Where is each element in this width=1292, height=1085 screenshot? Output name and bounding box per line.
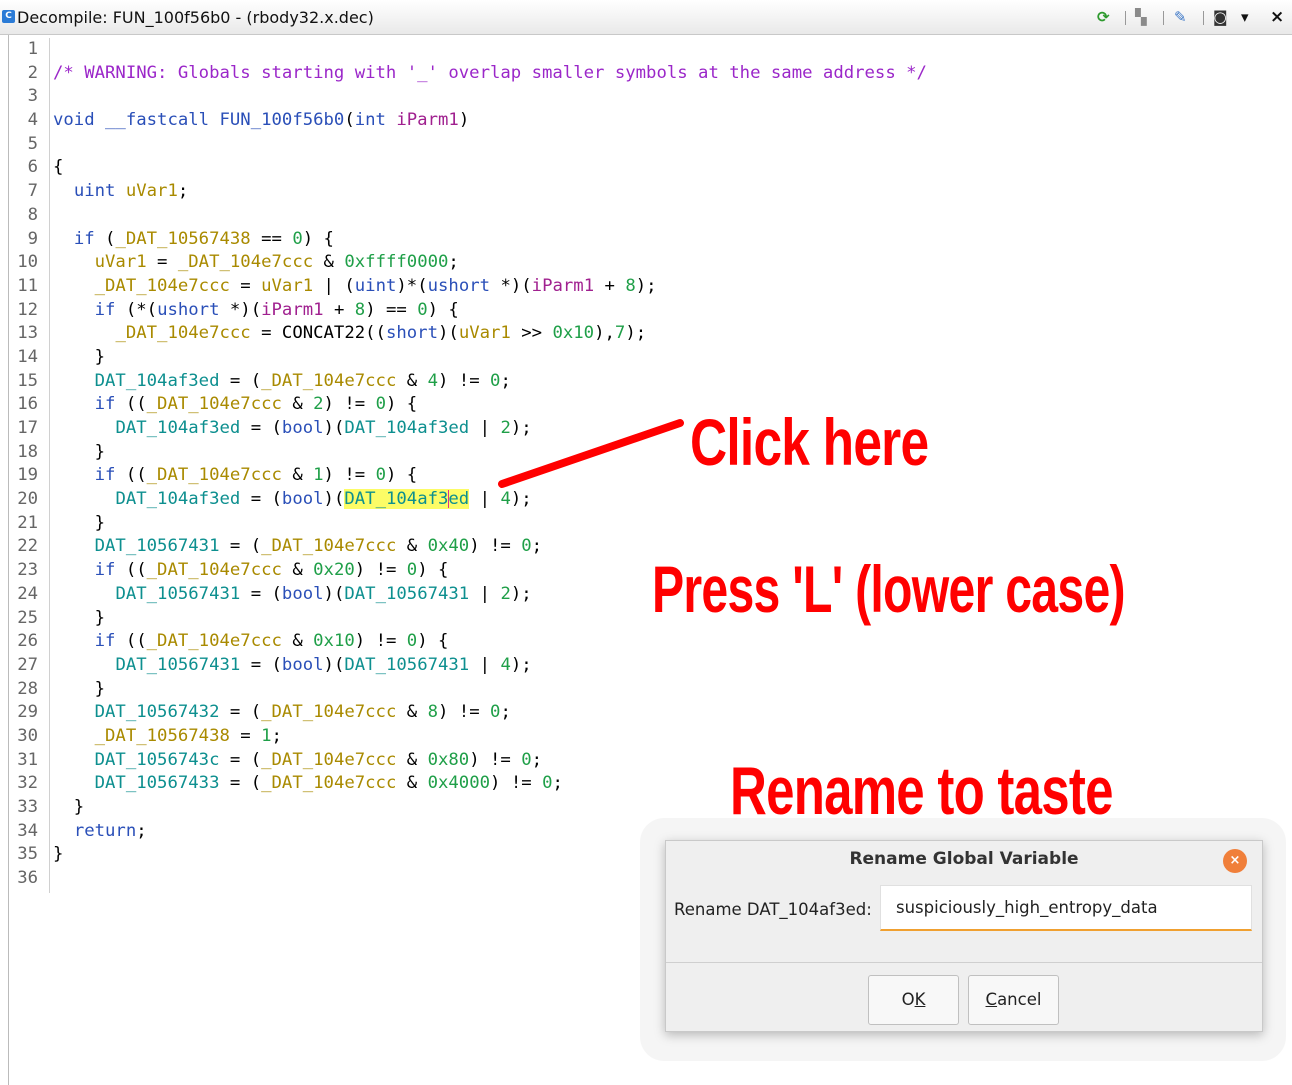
dialog-title: Rename Global Variable (849, 849, 1079, 869)
new-name-input[interactable] (880, 885, 1252, 931)
annotation-press-l: Press 'L' (lower case) (652, 552, 1126, 626)
dialog-divider (666, 962, 1262, 963)
cancel-label-rest: ancel (997, 990, 1042, 1009)
close-icon[interactable]: × (1223, 849, 1247, 873)
rename-global-variable-dialog: Rename Global Variable × Rename DAT_104a… (665, 840, 1263, 1032)
ok-mnemonic: K (914, 990, 926, 1009)
cancel-mnemonic: C (985, 990, 998, 1009)
annotation-click-here: Click here (690, 405, 929, 479)
ok-label-prefix: O (901, 990, 915, 1009)
rename-label: Rename DAT_104af3ed: (674, 900, 872, 919)
cancel-button[interactable]: Cancel (968, 975, 1059, 1025)
ok-button[interactable]: OK (868, 975, 959, 1025)
